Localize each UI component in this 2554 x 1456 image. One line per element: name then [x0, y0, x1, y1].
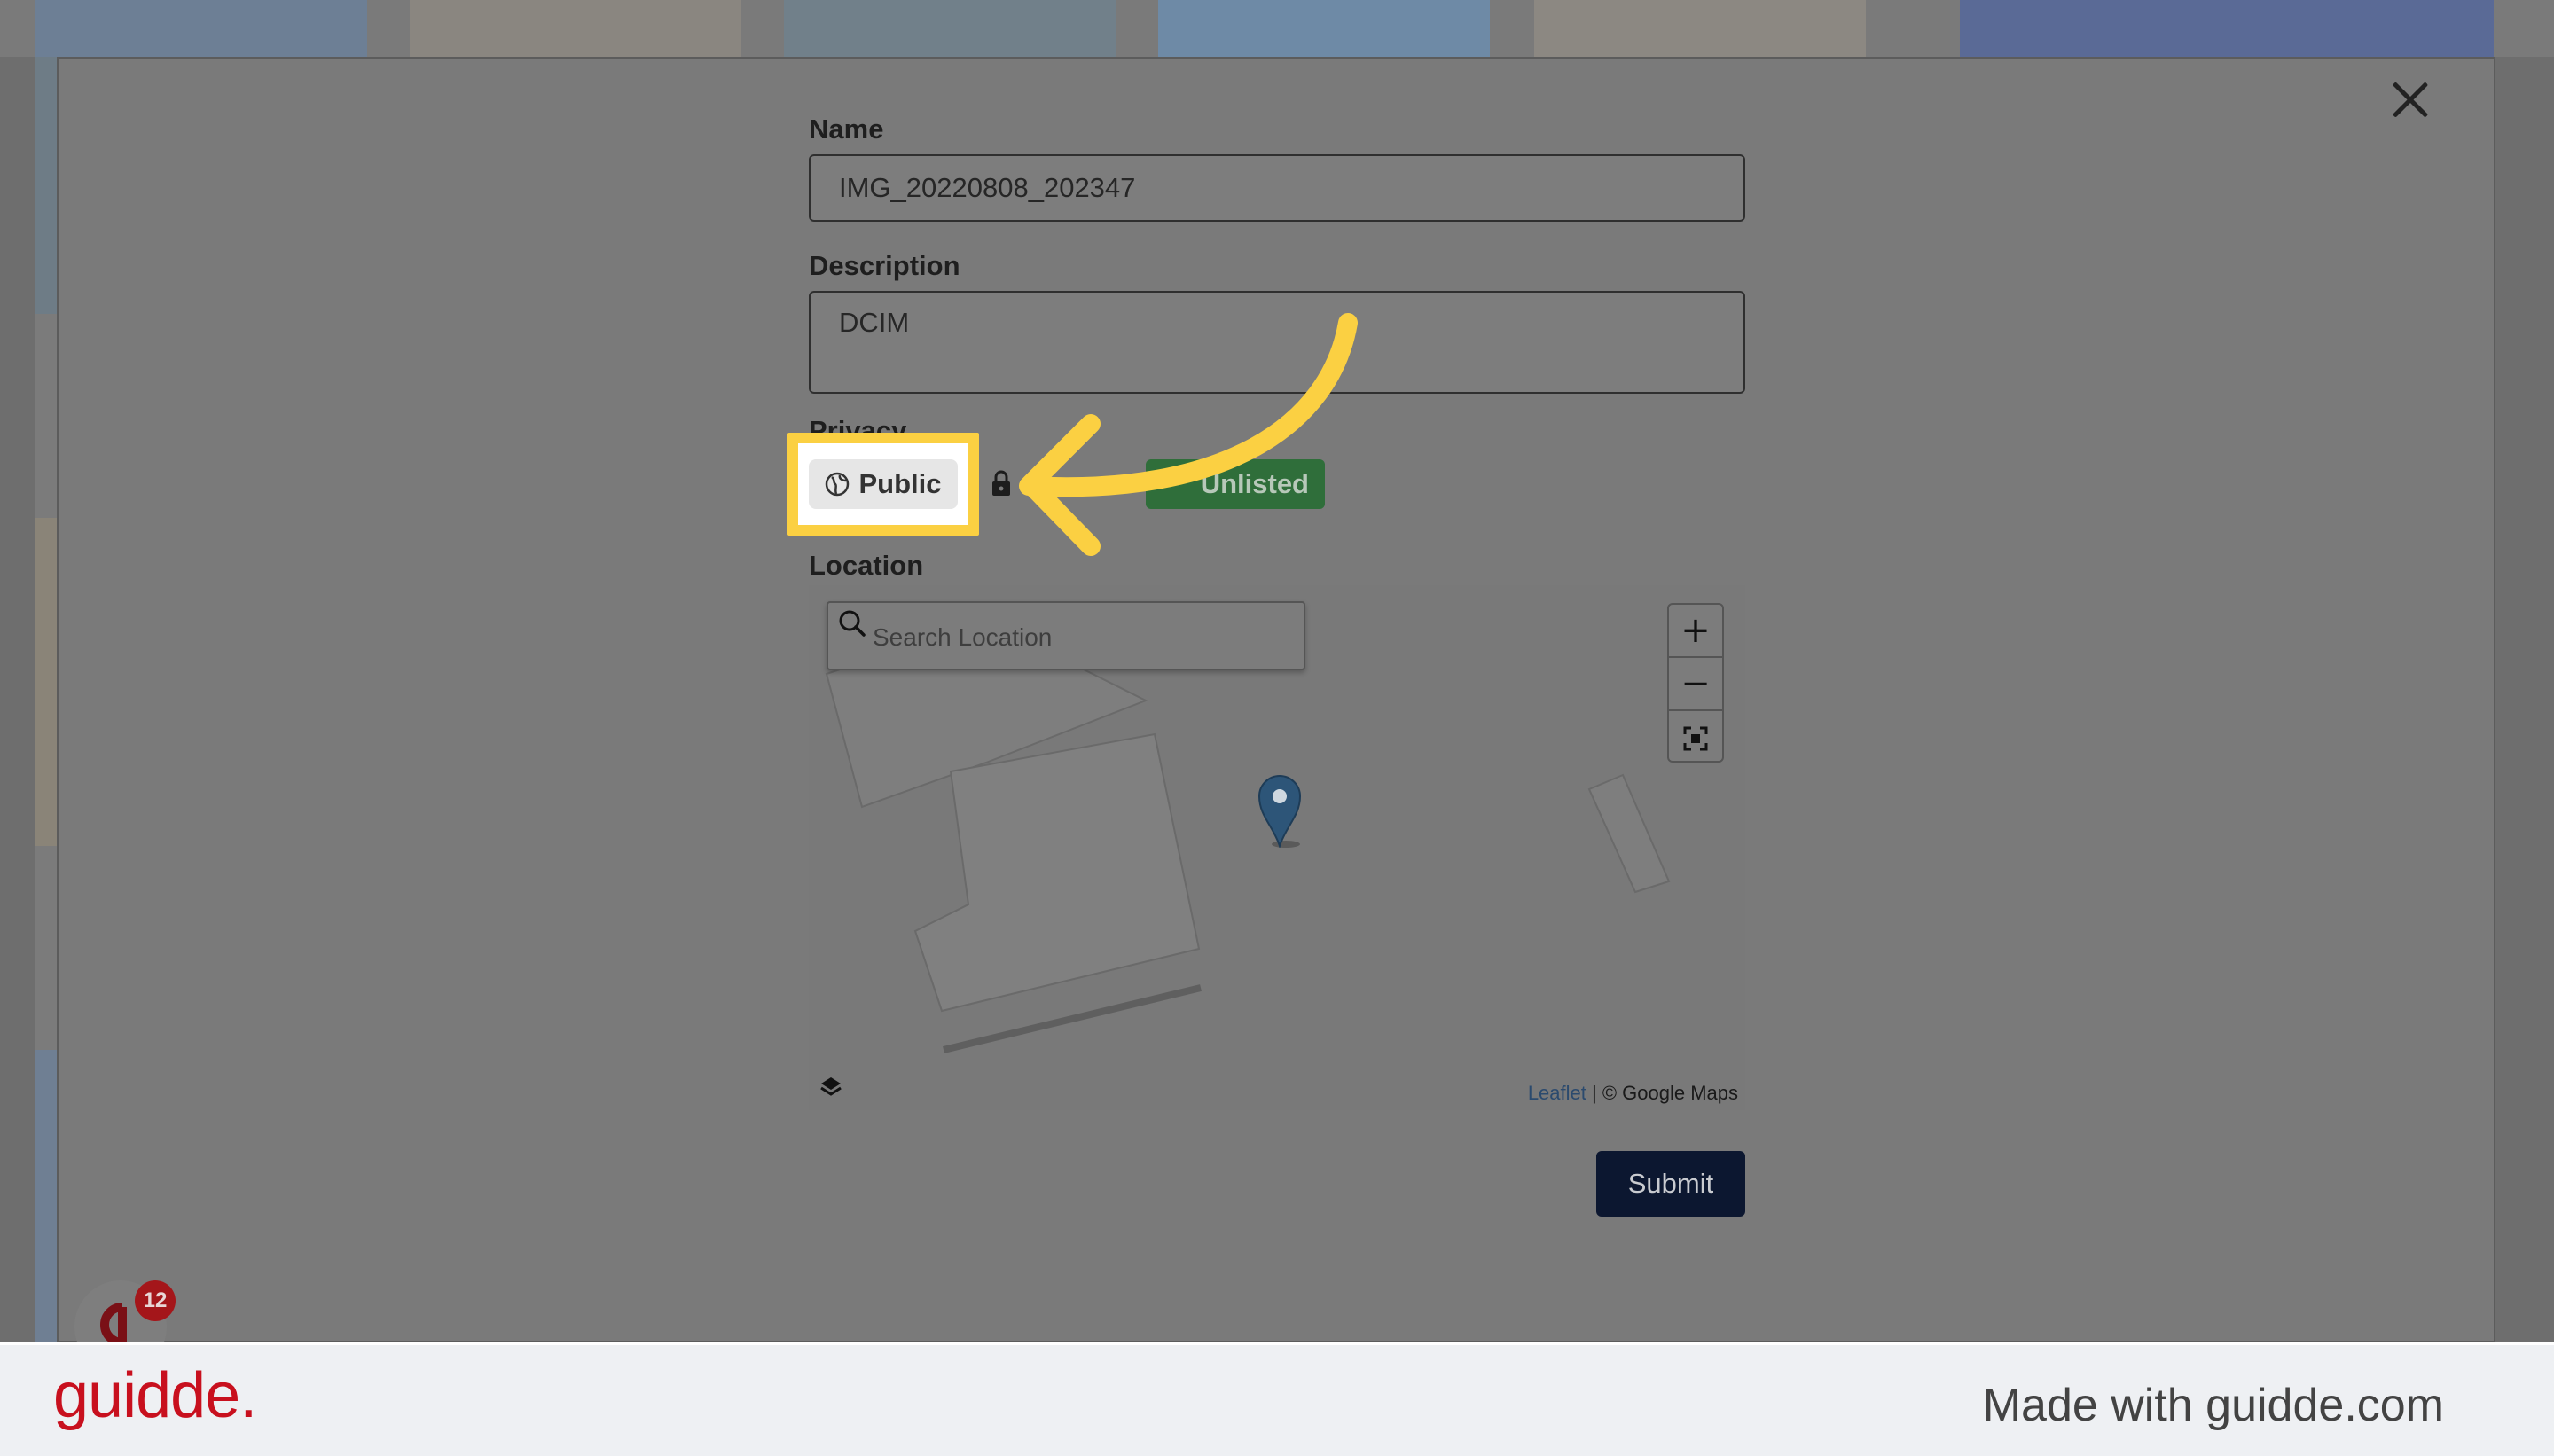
- map-zoom-control: + −: [1667, 603, 1724, 763]
- map-marker-icon[interactable]: [1256, 773, 1304, 848]
- search-icon: [839, 610, 866, 637]
- background-thumbnail: [784, 0, 1116, 57]
- fullscreen-icon: [1683, 726, 1708, 751]
- map-attribution: Leaflet | © Google Maps: [1528, 1082, 1738, 1105]
- map-search-input[interactable]: [871, 615, 1291, 660]
- location-map[interactable]: + − Leaflet | © Google Maps: [809, 585, 1745, 1110]
- description-label: Description: [809, 250, 960, 281]
- privacy-label: Privacy: [809, 415, 907, 434]
- location-label: Location: [809, 550, 924, 581]
- background-thumbnail: [1534, 0, 1866, 57]
- zoom-in-button[interactable]: +: [1669, 605, 1722, 656]
- fullscreen-button[interactable]: [1669, 711, 1722, 763]
- layers-icon[interactable]: [819, 1075, 842, 1098]
- privacy-public-button[interactable]: Public: [809, 459, 958, 509]
- map-search-box: [827, 601, 1305, 670]
- submit-button[interactable]: Submit: [1596, 1151, 1745, 1217]
- name-input[interactable]: [809, 154, 1745, 222]
- tutorial-arrow-icon: [1019, 313, 1358, 556]
- background-thumbnail: [1158, 0, 1490, 57]
- background-left-column: [35, 57, 57, 1342]
- background-thumbnail: [410, 0, 741, 57]
- privacy-public-label: Public: [858, 468, 942, 499]
- background-thumbnail: [35, 0, 367, 57]
- guidde-footer: guidde. Made with guidde.com: [0, 1342, 2554, 1456]
- name-label: Name: [809, 114, 884, 145]
- zoom-out-button[interactable]: −: [1669, 658, 1722, 709]
- made-with-text: Made with guidde.com: [1982, 1380, 2444, 1431]
- map-attribution-text: | © Google Maps: [1586, 1082, 1738, 1104]
- close-modal-button[interactable]: [2387, 76, 2433, 122]
- notification-badge: 12: [135, 1280, 176, 1321]
- background-thumbnail: [1960, 0, 2494, 57]
- guidde-logo: guidde.: [53, 1360, 257, 1431]
- leaflet-link[interactable]: Leaflet: [1528, 1082, 1586, 1104]
- globe-icon: [826, 472, 850, 497]
